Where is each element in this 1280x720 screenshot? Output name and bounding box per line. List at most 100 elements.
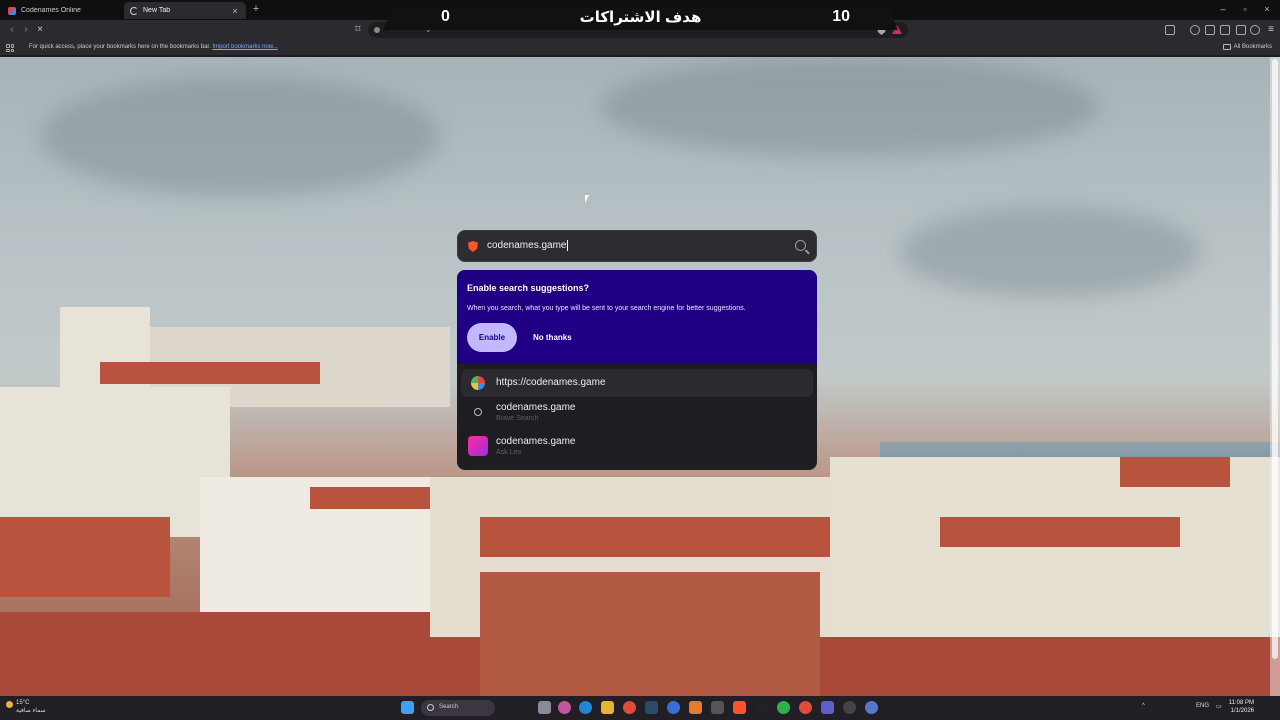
suggestion-text: codenames.game: [496, 402, 576, 413]
background-roof: [0, 612, 480, 696]
system-clock[interactable]: 11:08 PM 1/1/2026: [1229, 699, 1254, 715]
background-cloud: [600, 57, 1100, 157]
teams-icon[interactable]: [821, 701, 834, 714]
mouse-pointer: [585, 195, 589, 203]
promo-title: Enable search suggestions?: [467, 283, 590, 293]
steam-icon[interactable]: [645, 701, 658, 714]
language-indicator[interactable]: ENG: [1196, 703, 1209, 709]
background-cloud: [40, 77, 440, 197]
no-thanks-button[interactable]: No thanks: [525, 323, 580, 352]
site-favicon-icon: [471, 376, 485, 390]
vpn-icon[interactable]: [1250, 25, 1260, 35]
whatsapp-icon[interactable]: [777, 701, 790, 714]
file-explorer-icon[interactable]: [601, 701, 614, 714]
close-window-icon[interactable]: ×: [1260, 4, 1274, 14]
restore-icon[interactable]: ▫: [1238, 4, 1252, 14]
text-caret: [566, 240, 568, 251]
background-roof: [480, 517, 830, 557]
all-bookmarks-label: All Bookmarks: [1233, 44, 1272, 50]
magnifier-icon[interactable]: [795, 240, 806, 251]
background-roof: [820, 637, 1280, 696]
suggestion-text: https://codenames.game: [496, 377, 606, 388]
loading-spinner-icon: [130, 6, 138, 15]
vlc-icon[interactable]: [689, 701, 702, 714]
chrome-alt-icon[interactable]: [799, 701, 812, 714]
obs-icon[interactable]: [755, 701, 768, 714]
search-suggestions-dropdown: Enable search suggestions? When you sear…: [457, 270, 817, 470]
clock-date: 1/1/2026: [1230, 708, 1254, 714]
chrome-icon[interactable]: [623, 701, 636, 714]
background-building: [0, 387, 230, 537]
clock-time: 11:08 PM: [1228, 700, 1254, 706]
tab-codenames-online[interactable]: Codenames Online: [2, 2, 120, 19]
terminal-icon[interactable]: [711, 701, 724, 714]
brave-taskbar-icon[interactable]: [733, 701, 746, 714]
import-bookmarks-link[interactable]: Import bookmarks now...: [212, 44, 277, 50]
search-input-text: codenames.game: [487, 240, 567, 252]
sidebar-icon[interactable]: [1205, 25, 1215, 35]
overlay-right-value: 10: [832, 8, 850, 25]
stop-loading-icon[interactable]: ×: [34, 24, 46, 35]
weather-icon: [6, 701, 13, 708]
new-tab-button[interactable]: +: [250, 3, 262, 15]
tray-overflow-icon[interactable]: ^: [1142, 703, 1145, 709]
suggestion-text: codenames.game: [496, 436, 576, 447]
taskbar-search[interactable]: Search: [421, 700, 495, 716]
bookmarks-prompt: For quick access, place your bookmarks h…: [29, 44, 278, 50]
tab-new-tab[interactable]: New Tab ×: [124, 2, 246, 19]
extensions-icon[interactable]: [1236, 25, 1246, 35]
overlay-title: هدف الاشتراكات: [579, 9, 702, 26]
back-icon[interactable]: ‹: [6, 24, 18, 35]
background-roof: [940, 517, 1180, 547]
weather-widget[interactable]: 15°C سماء صافية: [6, 699, 46, 715]
background-roof: [480, 572, 820, 696]
enable-button[interactable]: Enable: [467, 323, 517, 352]
windows-taskbar: 15°C سماء صافية Search ^ ENG ▭ 11:08 PM …: [0, 696, 1280, 720]
music-icon[interactable]: [1190, 25, 1200, 35]
search-input[interactable]: codenames.game: [487, 240, 787, 251]
site-info-icon[interactable]: [374, 27, 380, 33]
suggestion-item[interactable]: codenames.game Ask Leo: [461, 432, 813, 460]
copilot-icon[interactable]: [558, 701, 571, 714]
network-icon[interactable]: ▭: [1216, 703, 1222, 710]
forward-icon[interactable]: ›: [20, 24, 32, 35]
scrollbar-thumb[interactable]: [1272, 59, 1278, 659]
bookmarks-prompt-text: For quick access, place your bookmarks h…: [29, 44, 211, 50]
background-roof: [0, 517, 170, 597]
media-icon[interactable]: [1165, 25, 1175, 35]
weather-desc: سماء صافية: [16, 708, 46, 714]
leo-ai-icon: [468, 436, 488, 456]
background-roof: [310, 487, 440, 509]
suggestion-source: Brave Search: [496, 415, 539, 422]
task-view-icon[interactable]: [538, 701, 551, 714]
discord-icon[interactable]: [667, 701, 680, 714]
close-tab-icon[interactable]: ×: [230, 6, 240, 16]
edge-icon[interactable]: [579, 701, 592, 714]
background-roof: [100, 362, 320, 384]
tab-label: New Tab: [143, 7, 171, 14]
settings-icon[interactable]: [843, 701, 856, 714]
folder-icon: [1222, 44, 1231, 50]
apps-grid-icon[interactable]: [6, 44, 14, 52]
codenames-favicon-icon: [8, 6, 16, 15]
wallet-icon[interactable]: [1220, 25, 1230, 35]
menu-icon[interactable]: ≡: [1265, 24, 1277, 35]
scrollbar[interactable]: [1270, 57, 1280, 696]
windows-start-icon[interactable]: [401, 701, 414, 714]
bookmark-icon[interactable]: ⌑: [352, 24, 364, 35]
brave-logo-icon: [468, 241, 478, 252]
background-cloud: [900, 207, 1200, 297]
weather-temp: 15°C: [16, 700, 30, 706]
stream-overlay: 0 هدف الاشتراكات 10: [383, 6, 898, 30]
tab-label: Codenames Online: [21, 7, 81, 14]
all-bookmarks-button[interactable]: All Bookmarks: [1222, 44, 1272, 50]
suggestion-item[interactable]: codenames.game Brave Search: [461, 398, 813, 426]
suggestion-item[interactable]: https://codenames.game: [461, 369, 813, 397]
promo-description: When you search, what you type will be s…: [467, 305, 746, 312]
enable-suggestions-promo: Enable search suggestions? When you sear…: [457, 270, 817, 364]
minimize-icon[interactable]: –: [1216, 4, 1230, 14]
new-tab-search-box[interactable]: codenames.game: [457, 230, 817, 262]
app-icon[interactable]: [865, 701, 878, 714]
background-roof: [1120, 457, 1230, 487]
suggestion-source: Ask Leo: [496, 449, 522, 456]
